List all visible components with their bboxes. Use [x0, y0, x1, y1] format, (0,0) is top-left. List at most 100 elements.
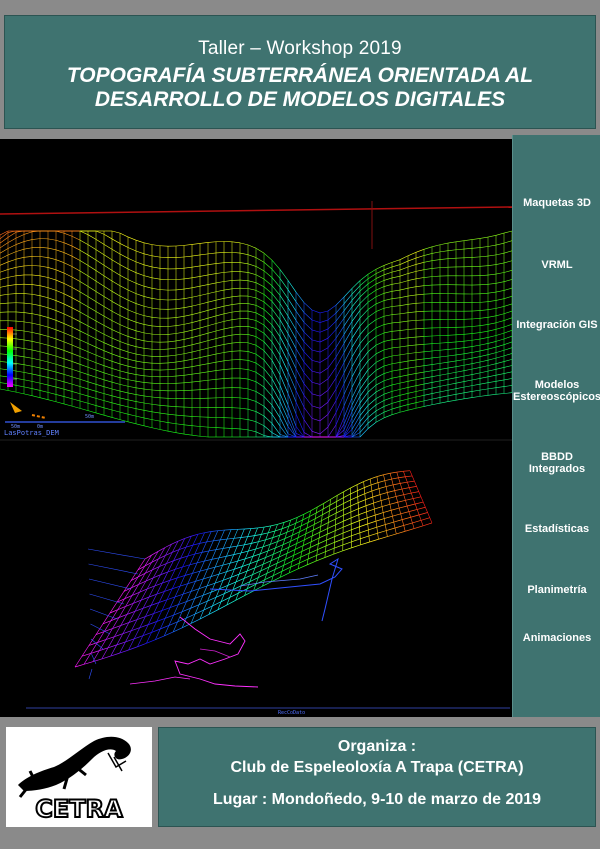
cave-mesh-line: [387, 490, 395, 493]
mesh-line: [119, 315, 129, 320]
mesh-line: [247, 388, 257, 392]
mesh-line: [263, 324, 273, 334]
mesh-line: [63, 388, 73, 392]
mesh-line: [239, 377, 249, 380]
mesh-line: [135, 261, 145, 266]
mesh-line: [407, 257, 417, 262]
mesh-line: [247, 378, 257, 382]
cave-mesh-line: [90, 623, 111, 635]
mesh-line: [167, 375, 177, 377]
mesh-line: [127, 279, 137, 284]
mesh-line: [391, 275, 401, 279]
mesh-line: [479, 359, 489, 363]
mesh-line: [415, 365, 425, 368]
mesh-line: [255, 336, 265, 343]
mesh-line: [111, 375, 121, 378]
mesh-line: [95, 362, 105, 366]
mesh-line: [399, 387, 409, 390]
mesh-line: [471, 332, 481, 334]
mesh-line: [463, 326, 473, 328]
mesh-line: [495, 290, 505, 293]
mesh-line: [391, 411, 401, 415]
mesh-line: [255, 391, 265, 397]
mesh-line: [399, 273, 409, 277]
mesh-line: [47, 392, 57, 395]
mesh-line: [359, 309, 369, 319]
mesh-line: [279, 345, 289, 362]
mesh-line: [431, 363, 441, 365]
cave-mesh-line: [197, 532, 205, 535]
mesh-line: [463, 248, 473, 250]
feature-sidebar: Maquetas 3D VRML Integración GIS Modelos…: [512, 135, 600, 717]
cave-mesh-line: [377, 530, 387, 534]
mesh-line: [455, 386, 465, 389]
mesh-line: [231, 342, 241, 344]
mesh-line: [239, 279, 249, 281]
mesh-line: [495, 349, 505, 353]
cave-mesh-line: [322, 510, 330, 516]
header-banner: Taller – Workshop 2019 TOPOGRAFÍA SUBTER…: [4, 15, 596, 129]
mesh-line: [95, 270, 105, 277]
cave-mesh-line: [303, 510, 311, 515]
cave-mesh-line: [290, 516, 298, 521]
mesh-line: [15, 320, 25, 323]
mesh-line: [423, 284, 433, 287]
mesh-line: [55, 371, 65, 375]
mesh-line: [391, 269, 401, 273]
mesh-line: [311, 393, 321, 397]
cave-mesh-line: [248, 548, 256, 552]
mesh-line: [279, 269, 289, 281]
mesh-line: [111, 329, 121, 334]
cave-mesh-line: [292, 556, 301, 562]
mesh-line: [47, 353, 57, 357]
mesh-line: [359, 317, 369, 327]
mesh-line: [487, 363, 497, 366]
mesh-line: [167, 308, 177, 310]
mesh-line: [71, 245, 81, 251]
mesh-line: [455, 240, 465, 243]
mesh-line: [143, 402, 153, 405]
mesh-line: [239, 359, 249, 361]
mesh-line: [23, 348, 33, 351]
mesh-line: [263, 316, 273, 326]
mesh-line: [407, 264, 417, 268]
mesh-line: [95, 398, 105, 401]
mesh-line: [375, 349, 385, 355]
cave-mesh-line: [333, 550, 343, 555]
mesh-line: [287, 361, 297, 380]
mesh-line: [39, 285, 49, 288]
mesh-line: [87, 275, 97, 282]
mesh-line: [455, 370, 465, 373]
mesh-line: [439, 250, 449, 253]
cave-mesh-line: [326, 530, 336, 535]
mesh-line: [335, 303, 345, 314]
mesh-line: [471, 372, 481, 375]
mesh-line: [335, 296, 345, 306]
cave-mesh-line: [373, 500, 382, 504]
cave-mesh-line: [369, 478, 379, 540]
cave-mesh-line: [318, 539, 327, 545]
mesh-line: [191, 312, 201, 315]
mesh-line: [31, 238, 41, 240]
cave-mesh-line: [91, 653, 97, 665]
mesh-line: [55, 239, 65, 243]
mesh-line: [63, 283, 73, 288]
mesh-line: [47, 384, 57, 388]
mesh-line: [255, 401, 265, 407]
mesh-line: [319, 319, 329, 323]
mesh-line: [383, 408, 393, 413]
mesh-line: [247, 342, 257, 346]
mesh-line: [71, 344, 81, 349]
mesh-line: [495, 355, 505, 359]
mesh-line: [303, 302, 313, 311]
mesh-line: [487, 346, 497, 350]
mesh-line: [399, 320, 409, 323]
mesh-line: [175, 423, 185, 426]
mesh-line: [463, 368, 473, 372]
mesh-line: [199, 310, 209, 313]
cave-mesh-line: [403, 470, 411, 472]
mesh-line: [183, 381, 193, 384]
mesh-line: [431, 267, 441, 269]
cave-mesh-line: [304, 535, 313, 541]
cave-mesh-line: [359, 517, 368, 522]
